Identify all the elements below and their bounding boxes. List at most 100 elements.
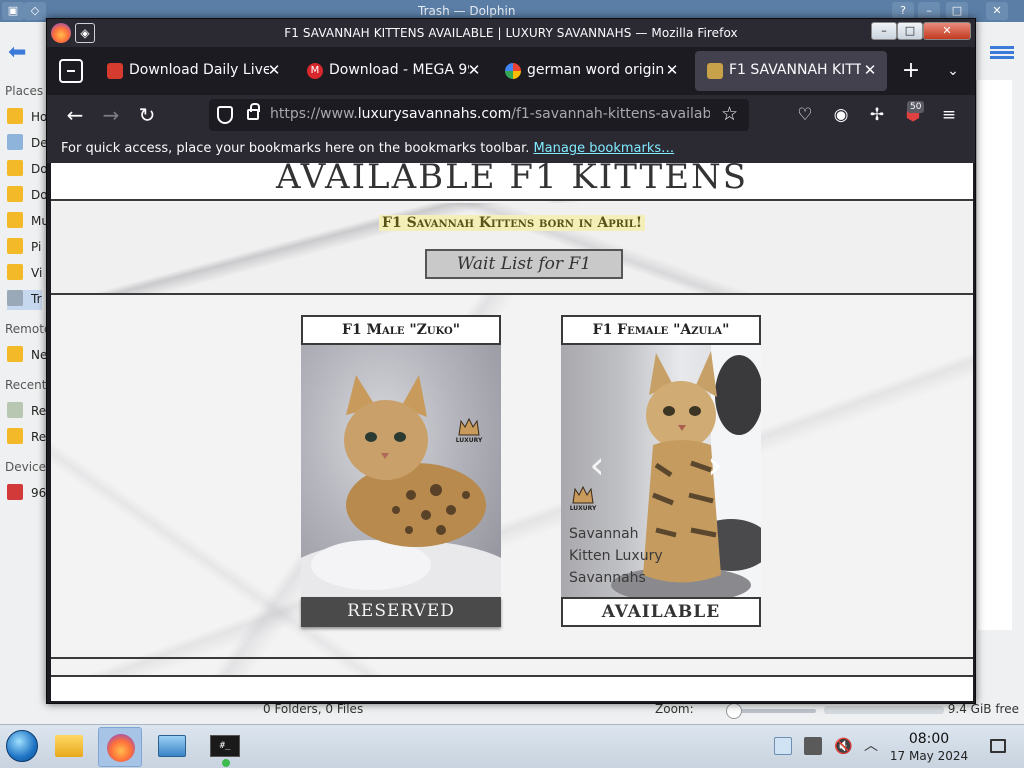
dolphin-app-icon[interactable]: ▣ — [2, 2, 24, 20]
folder-icon — [7, 212, 23, 228]
firefox-tabbar: Download Daily Live ✕ M Download - MEGA … — [47, 47, 975, 95]
terminal-icon: #_ — [210, 735, 240, 757]
bookmarks-toolbar: For quick access, place your bookmarks h… — [47, 135, 975, 163]
firefox-maximize-button[interactable]: □ — [897, 22, 923, 40]
devices-item-drive[interactable]: 96 — [7, 484, 46, 504]
show-desktop-icon[interactable] — [990, 739, 1006, 753]
folder-icon — [7, 238, 23, 254]
clipboard-icon[interactable] — [774, 737, 792, 755]
dolphin-pin-icon[interactable]: ◇ — [24, 2, 46, 20]
firefox-view-icon[interactable] — [59, 59, 83, 83]
new-tab-icon[interactable]: + — [899, 59, 923, 83]
kitten-card-zuko[interactable]: F1 Male "Zuko" LUXURY RESERVED — [301, 315, 501, 627]
firefox-close-button[interactable]: ✕ — [923, 22, 971, 40]
taskbar-file-manager[interactable] — [47, 727, 91, 767]
remote-item-network[interactable]: Ne — [7, 346, 47, 366]
taskbar-system-settings[interactable] — [150, 727, 194, 767]
app-menu-icon[interactable]: ≡ — [937, 103, 961, 127]
places-item-pictures[interactable]: Pi — [7, 238, 41, 258]
recent-heading: Recent — [5, 378, 47, 392]
tab-download-daily-live[interactable]: Download Daily Live ✕ — [95, 51, 291, 91]
firefox-window: ◈ F1 SAVANNAH KITTENS AVAILABLE | LUXURY… — [46, 18, 976, 704]
start-menu-icon[interactable] — [6, 730, 38, 762]
places-item-documents[interactable]: Do — [7, 160, 48, 180]
tab-close-icon[interactable]: ✕ — [861, 61, 879, 79]
extensions-puzzle-icon[interactable]: ✢ — [865, 103, 889, 127]
zoom-label: Zoom: — [655, 702, 694, 716]
taskbar: #_ 🔇 ︿ 08:00 17 May 2024 — [0, 724, 1024, 768]
clock-date[interactable]: 17 May 2024 — [884, 749, 974, 763]
back-arrow-icon[interactable]: ← — [61, 101, 89, 129]
tab-download-mega[interactable]: M Download - MEGA 99 ✕ — [295, 51, 491, 91]
dolphin-title: Trash — Dolphin — [418, 4, 516, 18]
dolphin-file-view[interactable] — [976, 80, 1012, 630]
back-arrow-icon[interactable]: ⬅ — [8, 40, 38, 66]
taskbar-firefox[interactable] — [98, 727, 142, 767]
list-all-tabs-icon[interactable]: ⌄ — [941, 59, 965, 83]
notes-icon[interactable] — [804, 737, 822, 755]
status-available: AVAILABLE — [561, 597, 761, 627]
recent-locations-icon — [7, 428, 23, 444]
google-favicon-icon — [505, 63, 521, 79]
places-item-videos[interactable]: Vi — [7, 264, 42, 284]
carousel-next-arrow-icon[interactable]: › — [705, 445, 725, 485]
volume-muted-icon[interactable]: 🔇 — [834, 737, 853, 755]
tray-expand-chevron-icon[interactable]: ︿ — [862, 737, 880, 755]
url-bar[interactable]: https://www.luxurysavannahs.com/f1-savan… — [209, 99, 749, 131]
tab-german-word-origin[interactable]: german word origin c ✕ — [493, 51, 689, 91]
taskbar-terminal[interactable]: #_ — [202, 727, 246, 767]
kitten-name: F1 Female "Azula" — [561, 315, 761, 345]
firefox-window-title: F1 SAVANNAH KITTENS AVAILABLE | LUXURY S… — [284, 26, 738, 40]
folder-icon — [55, 735, 83, 757]
kitten-photo-azula[interactable]: ‹ › LUXURY Savannah Kitten Luxury Savann… — [561, 345, 761, 597]
tab-close-icon[interactable]: ✕ — [663, 61, 681, 79]
carousel-prev-arrow-icon[interactable]: ‹ — [587, 445, 607, 485]
section-divider — [51, 657, 973, 659]
page-heading: AVAILABLE F1 KITTENS — [275, 163, 749, 197]
dolphin-close-button[interactable]: ✕ — [986, 2, 1008, 20]
page-content: AVAILABLE F1 KITTENS F1 Savannah Kittens… — [51, 163, 973, 701]
places-item-downloads[interactable]: Do — [7, 186, 48, 206]
luxury-savannahs-logo: LUXURY — [455, 417, 483, 447]
kitten-photo-zuko[interactable]: LUXURY — [301, 345, 501, 597]
wait-list-button[interactable]: Wait List for F1 — [425, 249, 623, 279]
recent-item-locations[interactable]: Re — [7, 428, 46, 448]
recent-item-files[interactable]: Re — [7, 402, 46, 422]
dolphin-places-panel: Places Ho De Do Do Mu Pi Vi Tr Remote Ne… — [0, 80, 52, 700]
manage-bookmarks-link[interactable]: Manage bookmarks… — [533, 141, 674, 156]
forward-arrow-icon[interactable]: → — [97, 101, 125, 129]
firefox-minimize-button[interactable]: – — [871, 22, 897, 40]
luxury-savannahs-logo: LUXURY — [569, 485, 597, 515]
folder-icon — [7, 264, 23, 280]
account-icon[interactable]: ◉ — [829, 103, 853, 127]
ublock-count-badge: 50 — [907, 101, 925, 113]
bookmark-star-icon[interactable]: ☆ — [721, 103, 738, 125]
tracking-protection-shield-icon[interactable] — [217, 106, 233, 124]
places-item-home[interactable]: Ho — [7, 108, 47, 128]
born-in-april-text: F1 Savannah Kittens born in April! — [51, 215, 973, 231]
zoom-slider-handle[interactable] — [726, 703, 742, 719]
tab-close-icon[interactable]: ✕ — [465, 61, 483, 79]
tab-close-icon[interactable]: ✕ — [265, 61, 283, 79]
network-folder-icon — [7, 346, 23, 362]
firefox-titlebar: ◈ F1 SAVANNAH KITTENS AVAILABLE | LUXURY… — [47, 19, 975, 47]
lock-icon[interactable] — [247, 103, 260, 120]
kitten-card-azula[interactable]: F1 Female "Azula" ‹ › LUXURY Savannah Ki… — [561, 315, 761, 627]
hamburger-menu-icon[interactable] — [990, 44, 1014, 62]
pocket-icon[interactable]: ♡ — [793, 103, 817, 127]
tab-f1-savannah-kittens[interactable]: F1 SAVANNAH KITTEN ✕ — [695, 51, 887, 91]
heading-strip: AVAILABLE F1 KITTENS — [51, 163, 973, 201]
places-item-music[interactable]: Mu — [7, 212, 49, 232]
firefox-logo-icon — [107, 734, 135, 762]
trash-icon — [7, 290, 23, 306]
photo-watermark-text: Savannah Kitten Luxury Savannahs — [569, 526, 663, 586]
monitor-settings-icon — [158, 735, 186, 757]
folder-icon — [7, 160, 23, 176]
reload-icon[interactable]: ↻ — [133, 101, 161, 129]
places-item-desktop[interactable]: De — [7, 134, 48, 154]
folder-icon — [7, 186, 23, 202]
clock-time[interactable]: 08:00 — [884, 731, 974, 747]
places-item-trash[interactable]: Tr — [7, 290, 42, 310]
free-space-bar — [824, 706, 944, 714]
url-text[interactable]: https://www.luxurysavannahs.com/f1-savan… — [270, 106, 710, 122]
